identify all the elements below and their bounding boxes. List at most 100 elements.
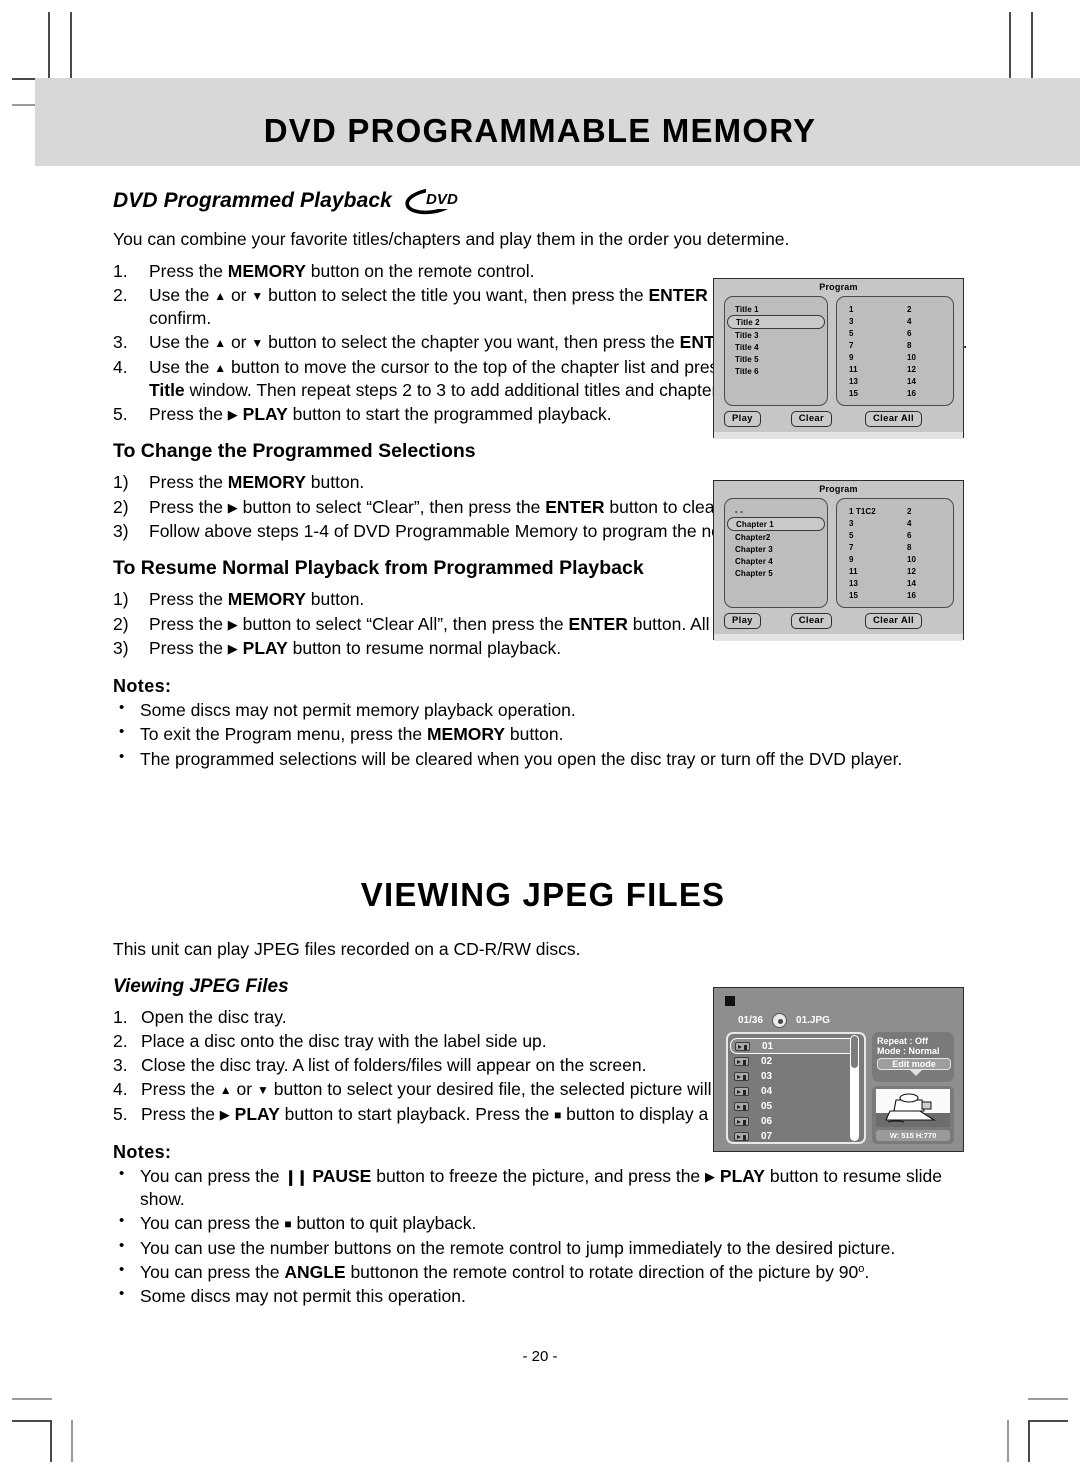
osd-program-slot[interactable]: 11	[837, 363, 895, 375]
osd-program-slot[interactable]: 1	[837, 303, 895, 315]
osd-program-slot[interactable]: 9	[837, 553, 895, 565]
osd-program-slot[interactable]: 9	[837, 351, 895, 363]
file-icon	[734, 1057, 749, 1066]
osd-program-slot[interactable]: 6	[895, 327, 953, 339]
osd-program-slot[interactable]: 14	[895, 577, 953, 589]
osd-list-row[interactable]: Title 4	[725, 341, 827, 353]
osd-program-slot[interactable]: 10	[895, 351, 953, 363]
step-number: 1.	[113, 1006, 128, 1027]
jpeg-file-row[interactable]: 06	[734, 1114, 864, 1129]
osd-program-slot[interactable]: 3	[837, 517, 895, 529]
osd-list-row[interactable]: Title 1	[725, 303, 827, 315]
osd-program-slot[interactable]: 5	[837, 327, 895, 339]
osd-program-slot[interactable]: 14	[895, 375, 953, 387]
section-heading-dvd-programmed-playback: DVD Programmed Playback DVD	[113, 186, 973, 216]
step-number: 2.	[113, 1030, 128, 1051]
osd-program-slot[interactable]: 10	[895, 553, 953, 565]
osd-button-clear-all[interactable]: Clear All	[865, 411, 922, 427]
note-item: You can use the number buttons on the re…	[113, 1236, 973, 1260]
osd-program-slot[interactable]: 5	[837, 529, 895, 541]
jpeg-file-list[interactable]: 01 02 03 04 05 06 07	[726, 1032, 866, 1144]
file-icon	[734, 1087, 749, 1096]
file-icon	[735, 1041, 750, 1051]
jpeg-file-row[interactable]: 05	[734, 1099, 864, 1114]
osd-program-slot[interactable]: 11	[837, 565, 895, 577]
osd-list-row[interactable]: Title 3	[725, 329, 827, 341]
jpeg-file-row[interactable]: 03	[734, 1069, 864, 1084]
osd-list-row[interactable]: Chapter 3	[725, 543, 827, 555]
step-number: 3)	[113, 637, 129, 658]
section-heading-label: DVD Programmed Playback	[113, 189, 392, 212]
note-item: Some discs may not permit memory playbac…	[113, 698, 973, 722]
osd-title-list[interactable]: Title 1 Title 2 Title 3 Title 4 Title 5 Title…	[724, 296, 828, 406]
osd-list-row[interactable]: Chapter 4	[725, 555, 827, 567]
osd-program-slot[interactable]: 15	[837, 589, 895, 601]
step-number: 2.	[113, 284, 128, 305]
osd-program-slot[interactable]: 13	[837, 577, 895, 589]
osd-footer-bar-2	[714, 634, 963, 641]
osd-program-slot[interactable]: 2	[895, 303, 953, 315]
osd-list-row[interactable]: Title 2	[727, 315, 825, 329]
file-icon	[734, 1102, 749, 1111]
osd-program-slot[interactable]: 16	[895, 387, 953, 399]
osd-program-slot[interactable]: 12	[895, 363, 953, 375]
osd-program-slot[interactable]: 1 T1C2	[837, 505, 895, 517]
osd-program-slot[interactable]: 3	[837, 315, 895, 327]
file-name: 01	[762, 1040, 774, 1052]
jpeg-header: 01/36 01.JPG	[738, 1013, 830, 1028]
step-number: 4.	[113, 356, 128, 377]
disc-icon	[772, 1013, 788, 1028]
osd-list-row[interactable]: - -	[725, 505, 827, 517]
osd-program-slot[interactable]: 7	[837, 541, 895, 553]
jpeg-file-row[interactable]: 04	[734, 1084, 864, 1099]
osd-program-slot[interactable]: 6	[895, 529, 953, 541]
dvd-logo-icon: DVD	[404, 186, 462, 216]
jpeg-filename: 01.JPG	[796, 1015, 830, 1026]
osd-program-slot[interactable]: 7	[837, 339, 895, 351]
crop-mark-bl-h1	[12, 1420, 52, 1422]
osd-program-slot[interactable]: 15	[837, 387, 895, 399]
osd-button-play[interactable]: Play	[724, 613, 761, 629]
scrollbar-thumb[interactable]	[851, 1036, 858, 1068]
note-item: You can press the ANGLE buttonon the rem…	[113, 1260, 973, 1284]
osd-program-slot[interactable]: 2	[895, 505, 953, 517]
osd-list-row[interactable]: Chapter 1	[727, 517, 825, 531]
osd-list-row[interactable]: Chapter2	[725, 531, 827, 543]
osd-program-slot[interactable]: 13	[837, 375, 895, 387]
osd-list-row[interactable]: Title 6	[725, 365, 827, 377]
step-number: 3)	[113, 521, 129, 542]
subheading-change-selections: To Change the Programmed Selections	[113, 440, 476, 463]
osd-button-clear[interactable]: Clear	[790, 613, 833, 629]
jpeg-file-row[interactable]: 02	[734, 1054, 864, 1069]
osd-program-slot[interactable]: 8	[895, 541, 953, 553]
step-number: 3.	[113, 332, 128, 353]
osd-program-slot[interactable]: 4	[895, 517, 953, 529]
notes-label-1: Notes:	[113, 676, 172, 697]
jpeg-file-row[interactable]: 07	[734, 1129, 864, 1144]
osd-program-slot[interactable]: 4	[895, 315, 953, 327]
osd-program-slots-2[interactable]: 1 T1C2 2 3 4 5 6 7 8 9 10 11 12 13 14 15 16	[836, 498, 954, 608]
step-number: 5.	[113, 1103, 128, 1124]
osd-button-clear-all[interactable]: Clear All	[865, 613, 922, 629]
osd-jpeg-browser-screen: 01/36 01.JPG 01 02 03 04 05 06 07 Repeat : Off…	[713, 987, 964, 1152]
osd-program-slot[interactable]: 12	[895, 565, 953, 577]
crop-mark-tl-v1	[48, 12, 50, 80]
chevron-down-icon	[909, 1070, 922, 1076]
osd-title-program-screen: Program Title 1 Title 2 Title 3 Title 4 Titl…	[713, 278, 964, 439]
step-number: 1.	[113, 260, 128, 281]
crop-mark-br-v1	[1028, 1420, 1030, 1462]
jpeg-file-row[interactable]: 01	[730, 1038, 856, 1054]
osd-chapter-list[interactable]: - - Chapter 1 Chapter2 Chapter 3 Chapter 4 Ch…	[724, 498, 828, 608]
note-item: You can press the ■ button to quit playb…	[113, 1211, 973, 1235]
osd-list-row[interactable]: Title 5	[725, 353, 827, 365]
osd-button-play[interactable]: Play	[724, 411, 761, 427]
crop-mark-br-h1	[1028, 1420, 1068, 1422]
page-number: - 20 -	[522, 1348, 558, 1365]
osd-button-clear[interactable]: Clear	[790, 411, 833, 427]
edit-mode-button[interactable]: Edit mode	[877, 1058, 951, 1070]
osd-program-slot[interactable]: 16	[895, 589, 953, 601]
osd-list-row[interactable]: Chapter 5	[725, 567, 827, 579]
file-icon	[734, 1117, 749, 1126]
osd-program-slot[interactable]: 8	[895, 339, 953, 351]
osd-program-slots-1[interactable]: 1 2 3 4 5 6 7 8 9 10 11 12 13 14 15 16	[836, 296, 954, 406]
